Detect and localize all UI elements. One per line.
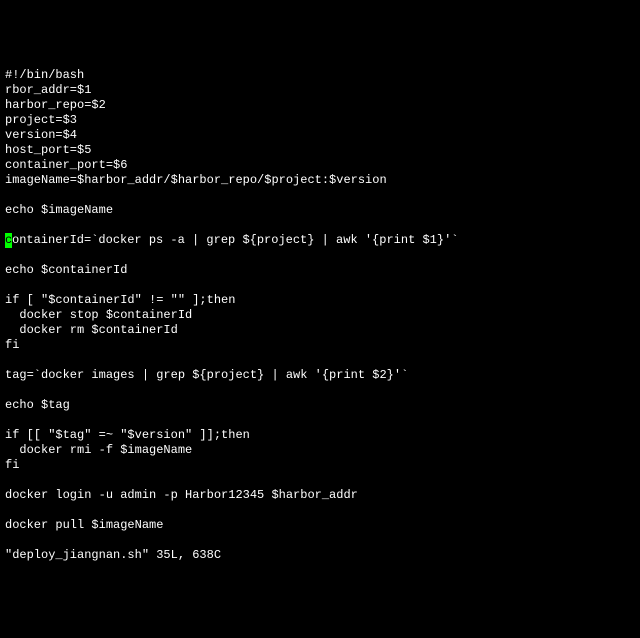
- code-line: [5, 353, 635, 368]
- terminal-editor[interactable]: #!/bin/bashrbor_addr=$1harbor_repo=$2pro…: [5, 68, 635, 563]
- code-line: [5, 503, 635, 518]
- code-line: docker pull $imageName: [5, 518, 635, 533]
- code-line: [5, 383, 635, 398]
- code-line: docker rmi -f $imageName: [5, 443, 635, 458]
- code-line: harbor_repo=$2: [5, 98, 635, 113]
- vim-status-line: "deploy_jiangnan.sh" 35L, 638C: [5, 548, 635, 563]
- cursor: c: [5, 233, 12, 248]
- code-line: tag=`docker images | grep ${project} | a…: [5, 368, 635, 383]
- code-line: fi: [5, 338, 635, 353]
- code-line: [5, 533, 635, 548]
- code-line: echo $imageName: [5, 203, 635, 218]
- code-line: if [[ "$tag" =~ "$version" ]];then: [5, 428, 635, 443]
- code-line: version=$4: [5, 128, 635, 143]
- code-line: rbor_addr=$1: [5, 83, 635, 98]
- code-line: fi: [5, 458, 635, 473]
- code-line: docker rm $containerId: [5, 323, 635, 338]
- code-line: host_port=$5: [5, 143, 635, 158]
- code-line: project=$3: [5, 113, 635, 128]
- code-line: [5, 248, 635, 263]
- code-line: [5, 188, 635, 203]
- code-text: ontainerId=`docker ps -a | grep ${projec…: [12, 233, 458, 247]
- code-line: imageName=$harbor_addr/$harbor_repo/$pro…: [5, 173, 635, 188]
- code-line: docker stop $containerId: [5, 308, 635, 323]
- code-line: #!/bin/bash: [5, 68, 635, 83]
- code-line: [5, 278, 635, 293]
- code-line: if [ "$containerId" != "" ];then: [5, 293, 635, 308]
- code-line: [5, 218, 635, 233]
- code-line: containerId=`docker ps -a | grep ${proje…: [5, 233, 635, 248]
- code-line: [5, 473, 635, 488]
- code-line: echo $containerId: [5, 263, 635, 278]
- code-line: echo $tag: [5, 398, 635, 413]
- code-line: container_port=$6: [5, 158, 635, 173]
- code-line: docker login -u admin -p Harbor12345 $ha…: [5, 488, 635, 503]
- code-line: [5, 413, 635, 428]
